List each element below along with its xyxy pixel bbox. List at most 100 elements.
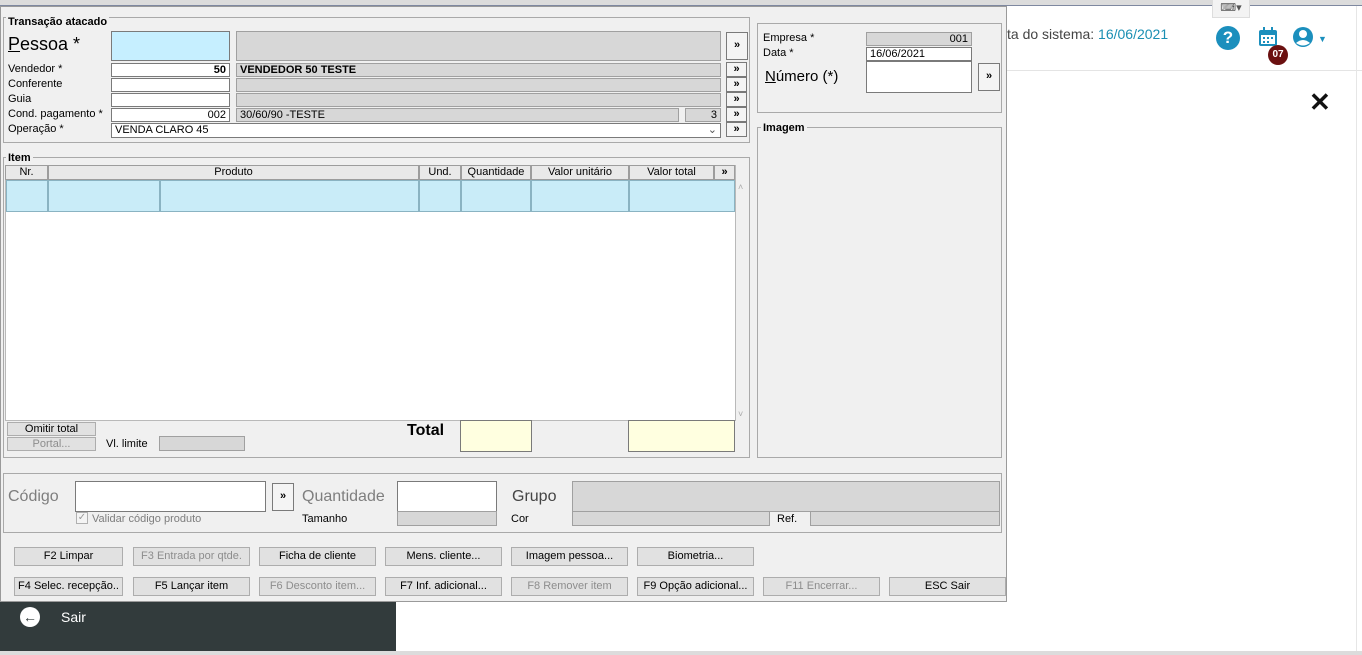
imagem-pessoa-button[interactable]: Imagem pessoa... <box>511 547 628 566</box>
operacao-select-value: VENDA CLARO 45 <box>115 124 209 136</box>
guia-more-button[interactable]: » <box>726 92 747 107</box>
cond-pagamento-label: Cond. pagamento * <box>8 108 103 120</box>
data-input[interactable]: 16/06/2021 <box>866 47 972 61</box>
operacao-label: Operação * <box>8 123 64 135</box>
row-cell-quantidade[interactable] <box>461 180 531 212</box>
cond-pagamento-more-button[interactable]: » <box>726 107 747 122</box>
mens-cliente-button[interactable]: Mens. cliente... <box>385 547 502 566</box>
chevron-down-icon[interactable]: ⌄ <box>708 124 717 136</box>
pessoa-name-field <box>236 31 721 61</box>
f7-inf-adicional-button[interactable]: F7 Inf. adicional... <box>385 577 502 596</box>
col-valor-total[interactable]: Valor total <box>629 165 714 180</box>
f2-limpar-button[interactable]: F2 Limpar <box>14 547 123 566</box>
imagem-group-title: Imagem <box>761 122 807 134</box>
total-quantidade-field <box>460 420 532 452</box>
operacao-more-button[interactable]: » <box>726 122 747 137</box>
ref-field <box>810 511 1000 526</box>
conferente-code-input[interactable] <box>111 78 230 92</box>
col-nr[interactable]: Nr. <box>5 165 48 180</box>
col-quantidade[interactable]: Quantidade <box>461 165 531 180</box>
sair-bar[interactable] <box>0 601 396 651</box>
cond-pagamento-code-input[interactable]: 002 <box>111 108 230 122</box>
col-und[interactable]: Und. <box>419 165 461 180</box>
system-date-label: ta do sistema: <box>1007 26 1095 42</box>
cor-field <box>572 511 770 526</box>
f11-encerrar-button[interactable]: F11 Encerrar... <box>763 577 880 596</box>
scroll-up-icon[interactable]: ˄ <box>738 182 743 192</box>
f8-remover-item-button[interactable]: F8 Remover item <box>511 577 628 596</box>
codigo-more-button[interactable]: » <box>272 483 294 511</box>
f5-lancar-item-button[interactable]: F5 Lançar item <box>133 577 250 596</box>
conferente-name-field <box>236 78 721 92</box>
arrow-left-icon[interactable]: ← <box>20 607 40 627</box>
notification-badge: 07 <box>1268 45 1288 65</box>
pessoa-label-text: essoa * <box>20 34 81 54</box>
tamanho-field <box>397 511 497 526</box>
f3-entrada-qtde-button[interactable]: F3 Entrada por qtde. <box>133 547 250 566</box>
row-cell-produto-desc[interactable] <box>160 180 419 212</box>
vendedor-code-input[interactable]: 50 <box>111 63 230 77</box>
question-circle-icon[interactable]: ? <box>1216 26 1240 50</box>
row-cell-und[interactable] <box>419 180 461 212</box>
guia-code-input[interactable] <box>111 93 230 107</box>
vl-limite-label: Vl. limite <box>106 438 148 450</box>
cond-pagamento-name-field: 30/60/90 -TESTE <box>236 108 679 122</box>
pessoa-more-button[interactable]: » <box>726 32 748 60</box>
portal-button[interactable]: Portal... <box>7 437 96 451</box>
keyboard-icon[interactable]: ⌨▾ <box>1212 0 1250 18</box>
vendedor-name-field: VENDEDOR 50 TESTE <box>236 63 721 77</box>
validar-label: Validar código produto <box>92 513 202 525</box>
pessoa-code-input[interactable] <box>111 31 230 61</box>
f4-selec-recepcao-button[interactable]: F4 Selec. recepção.. <box>14 577 123 596</box>
biometria-button[interactable]: Biometria... <box>637 547 754 566</box>
browser-bottom-border <box>0 651 1362 655</box>
item-group-title: Item <box>6 152 33 164</box>
col-valor-unitario[interactable]: Valor unitário <box>531 165 629 180</box>
validar-checkbox[interactable]: ✓ <box>76 512 88 524</box>
guia-label: Guia <box>8 93 32 105</box>
system-date-value: 16/06/2021 <box>1098 26 1169 42</box>
numero-label: Número (*) <box>765 68 839 85</box>
omitir-total-button[interactable]: Omitir total <box>7 422 96 436</box>
row-cell-valor-unitario[interactable] <box>531 180 629 212</box>
total-valor-field <box>628 420 735 452</box>
numero-input[interactable] <box>866 61 972 93</box>
row-cell-produto-code[interactable] <box>48 180 160 212</box>
chevron-down-icon[interactable]: ▼ <box>1318 34 1327 44</box>
f6-desconto-item-button[interactable]: F6 Desconto item... <box>259 577 376 596</box>
ficha-cliente-button[interactable]: Ficha de cliente <box>259 547 376 566</box>
sair-link[interactable]: Sair <box>61 609 86 625</box>
page-border <box>1356 6 1357 651</box>
empresa-field: 001 <box>866 32 972 46</box>
user-circle-icon[interactable] <box>1292 26 1314 48</box>
transacao-atacado-window: Transação atacado Pessoa * » Vendedor * … <box>0 6 1007 602</box>
conferente-more-button[interactable]: » <box>726 77 747 92</box>
esc-sair-button[interactable]: ESC Sair <box>889 577 1006 596</box>
quantidade-input[interactable] <box>397 481 497 512</box>
scroll-down-icon[interactable]: ˅ <box>738 409 743 419</box>
grid-scrollbar[interactable]: ˄ ˅ <box>736 180 748 421</box>
cor-label: Cor <box>511 513 529 525</box>
tamanho-label: Tamanho <box>302 513 348 525</box>
row-cell-valor-total[interactable] <box>629 180 735 212</box>
guia-name-field <box>236 93 721 107</box>
row-cell-nr[interactable] <box>6 180 48 212</box>
header-divider <box>1000 70 1362 71</box>
system-date: ta do sistema: 16/06/2021 <box>1007 26 1168 42</box>
codigo-input[interactable] <box>75 481 266 512</box>
grid-more-button[interactable]: » <box>714 165 735 180</box>
data-label: Data * <box>763 47 794 59</box>
cond-pagamento-parcelas: 3 <box>685 108 721 122</box>
col-produto[interactable]: Produto <box>48 165 419 180</box>
ref-label: Ref. <box>777 513 798 525</box>
vl-limite-field <box>159 436 245 451</box>
empresa-label: Empresa * <box>763 32 815 44</box>
f9-opcao-adicional-button[interactable]: F9 Opção adicional... <box>637 577 754 596</box>
transacao-group-title: Transação atacado <box>6 16 110 28</box>
vendedor-more-button[interactable]: » <box>726 62 747 77</box>
operacao-select[interactable]: VENDA CLARO 45 ⌄ <box>111 123 721 138</box>
imagem-group <box>757 127 1002 458</box>
numero-more-button[interactable]: » <box>978 63 1000 91</box>
grupo-label: Grupo <box>512 488 557 505</box>
close-x-icon[interactable]: ✕ <box>1309 89 1331 115</box>
